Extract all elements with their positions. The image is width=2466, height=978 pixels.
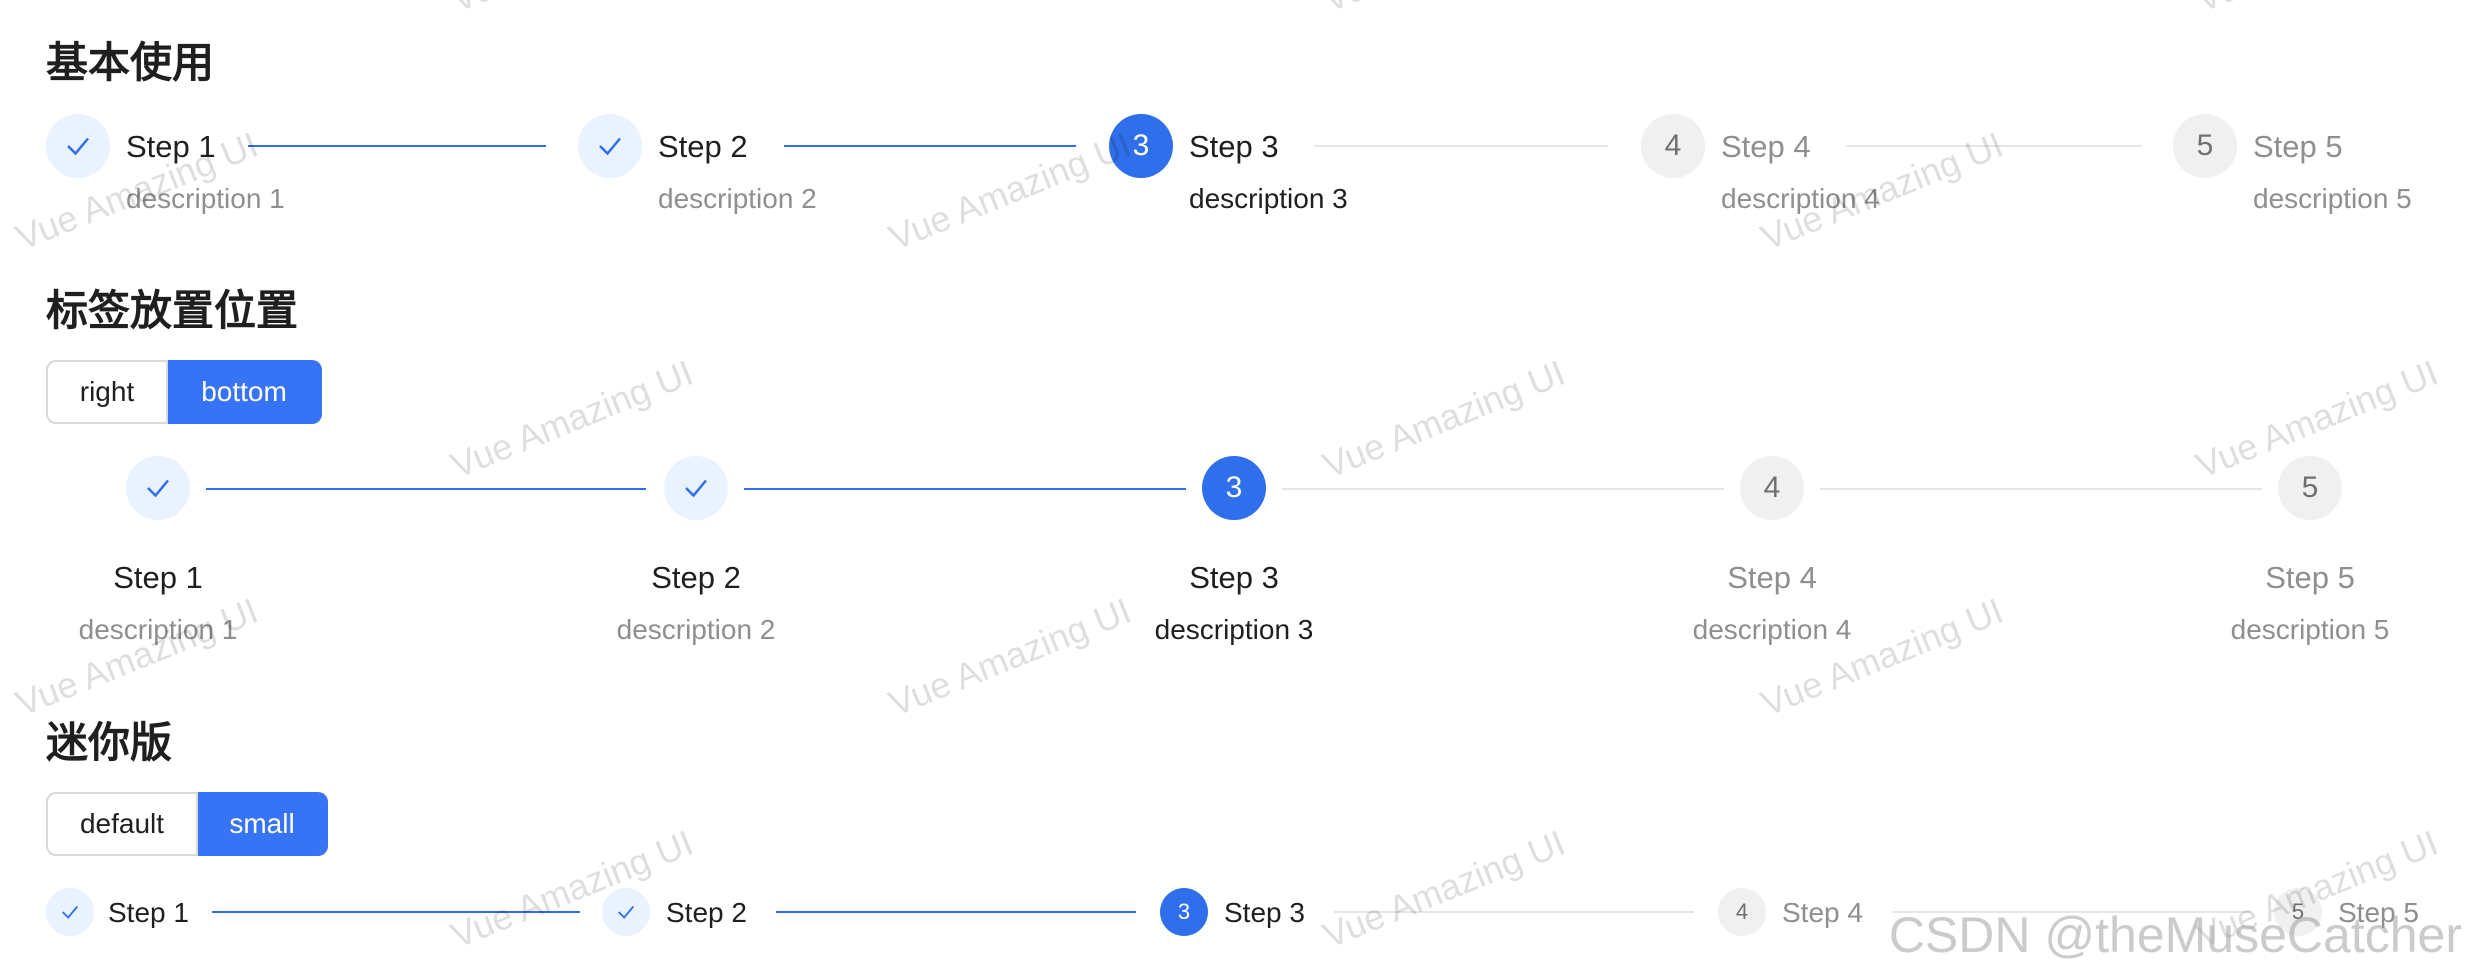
step-4-number-icon[interactable]: 4: [1740, 456, 1804, 520]
step-2-title[interactable]: Step 2: [651, 562, 741, 593]
step-4-connector: [1820, 488, 2262, 490]
section-heading-mini: 迷你版: [46, 718, 173, 767]
watermark: Vue Amazing UI: [2190, 0, 2444, 21]
step-3-connector: [1314, 145, 1608, 147]
step-4-connector: [1846, 145, 2142, 147]
step-2-connector: [776, 911, 1136, 913]
placement-option-right[interactable]: right: [46, 360, 168, 424]
size-radio-group: default small: [46, 792, 328, 856]
step-4-number-icon[interactable]: 4: [1641, 114, 1705, 178]
watermark: Vue Amazing UI: [1317, 351, 1571, 487]
watermark: Vue Amazing UI: [1317, 821, 1571, 957]
step-5-number-icon[interactable]: 5: [2173, 114, 2237, 178]
step-3-connector: [1282, 488, 1724, 490]
step-4-title[interactable]: Step 4: [1727, 562, 1817, 593]
step-4-number-icon[interactable]: 4: [1718, 888, 1766, 936]
step-2-check-icon[interactable]: [578, 114, 642, 178]
step-4-description: description 4: [1721, 183, 1880, 214]
watermark: Vue Amazing UI: [445, 351, 699, 487]
step-1-check-icon[interactable]: [126, 456, 190, 520]
step-2-connector: [784, 145, 1076, 147]
step-4-title[interactable]: Step 4: [1721, 131, 1811, 162]
csdn-watermark: CSDN @theMuseCatcher: [1888, 907, 2462, 963]
step-5-description: description 5: [2230, 614, 2390, 645]
step-1-check-icon[interactable]: [46, 114, 110, 178]
step-1-description: description 1: [126, 183, 285, 214]
step-3-title[interactable]: Step 3: [1189, 131, 1279, 162]
step-3-title[interactable]: Step 3: [1224, 899, 1305, 927]
step-1-title[interactable]: Step 1: [113, 562, 203, 593]
step-5-description: description 5: [2253, 183, 2412, 214]
step-4-description: description 4: [1692, 614, 1852, 645]
step-3-title[interactable]: Step 3: [1189, 562, 1279, 593]
step-1-description: description 1: [78, 614, 238, 645]
placement-option-bottom[interactable]: bottom: [168, 360, 322, 424]
step-1-title[interactable]: Step 1: [108, 899, 189, 927]
watermark: Vue Amazing UI: [883, 589, 1137, 725]
placement-radio-group: right bottom: [46, 360, 322, 424]
step-3-connector: [1334, 911, 1694, 913]
step-5-number-icon[interactable]: 5: [2278, 456, 2342, 520]
step-2-connector: [744, 488, 1186, 490]
section-heading-basic: 基本使用: [46, 38, 215, 87]
step-5-title[interactable]: Step 5: [2253, 131, 2343, 162]
step-3-description: description 3: [1189, 183, 1348, 214]
watermark: Vue Amazing UI: [10, 589, 264, 725]
step-1-connector: [248, 145, 546, 147]
step-3-number-icon[interactable]: 3: [1160, 888, 1208, 936]
watermark: Vue Amazing UI: [445, 0, 699, 21]
step-1-title[interactable]: Step 1: [126, 131, 216, 162]
step-2-title[interactable]: Step 2: [658, 131, 748, 162]
size-option-default[interactable]: default: [46, 792, 198, 856]
section-heading-placement: 标签放置位置: [46, 286, 299, 335]
watermark: Vue Amazing UI: [1317, 0, 1571, 21]
step-1-connector: [212, 911, 580, 913]
step-5-title[interactable]: Step 5: [2265, 562, 2355, 593]
step-2-check-icon[interactable]: [664, 456, 728, 520]
step-2-check-icon[interactable]: [602, 888, 650, 936]
step-1-check-icon[interactable]: [46, 888, 94, 936]
step-2-description: description 2: [616, 614, 776, 645]
step-2-title[interactable]: Step 2: [666, 899, 747, 927]
step-3-number-icon[interactable]: 3: [1109, 114, 1173, 178]
watermark: Vue Amazing UI: [445, 821, 699, 957]
step-2-description: description 2: [658, 183, 817, 214]
watermark: Vue Amazing UI: [1755, 589, 2009, 725]
size-option-small[interactable]: small: [198, 792, 328, 856]
step-3-description: description 3: [1154, 614, 1314, 645]
step-1-connector: [206, 488, 646, 490]
step-4-title[interactable]: Step 4: [1782, 899, 1863, 927]
step-3-number-icon[interactable]: 3: [1202, 456, 1266, 520]
